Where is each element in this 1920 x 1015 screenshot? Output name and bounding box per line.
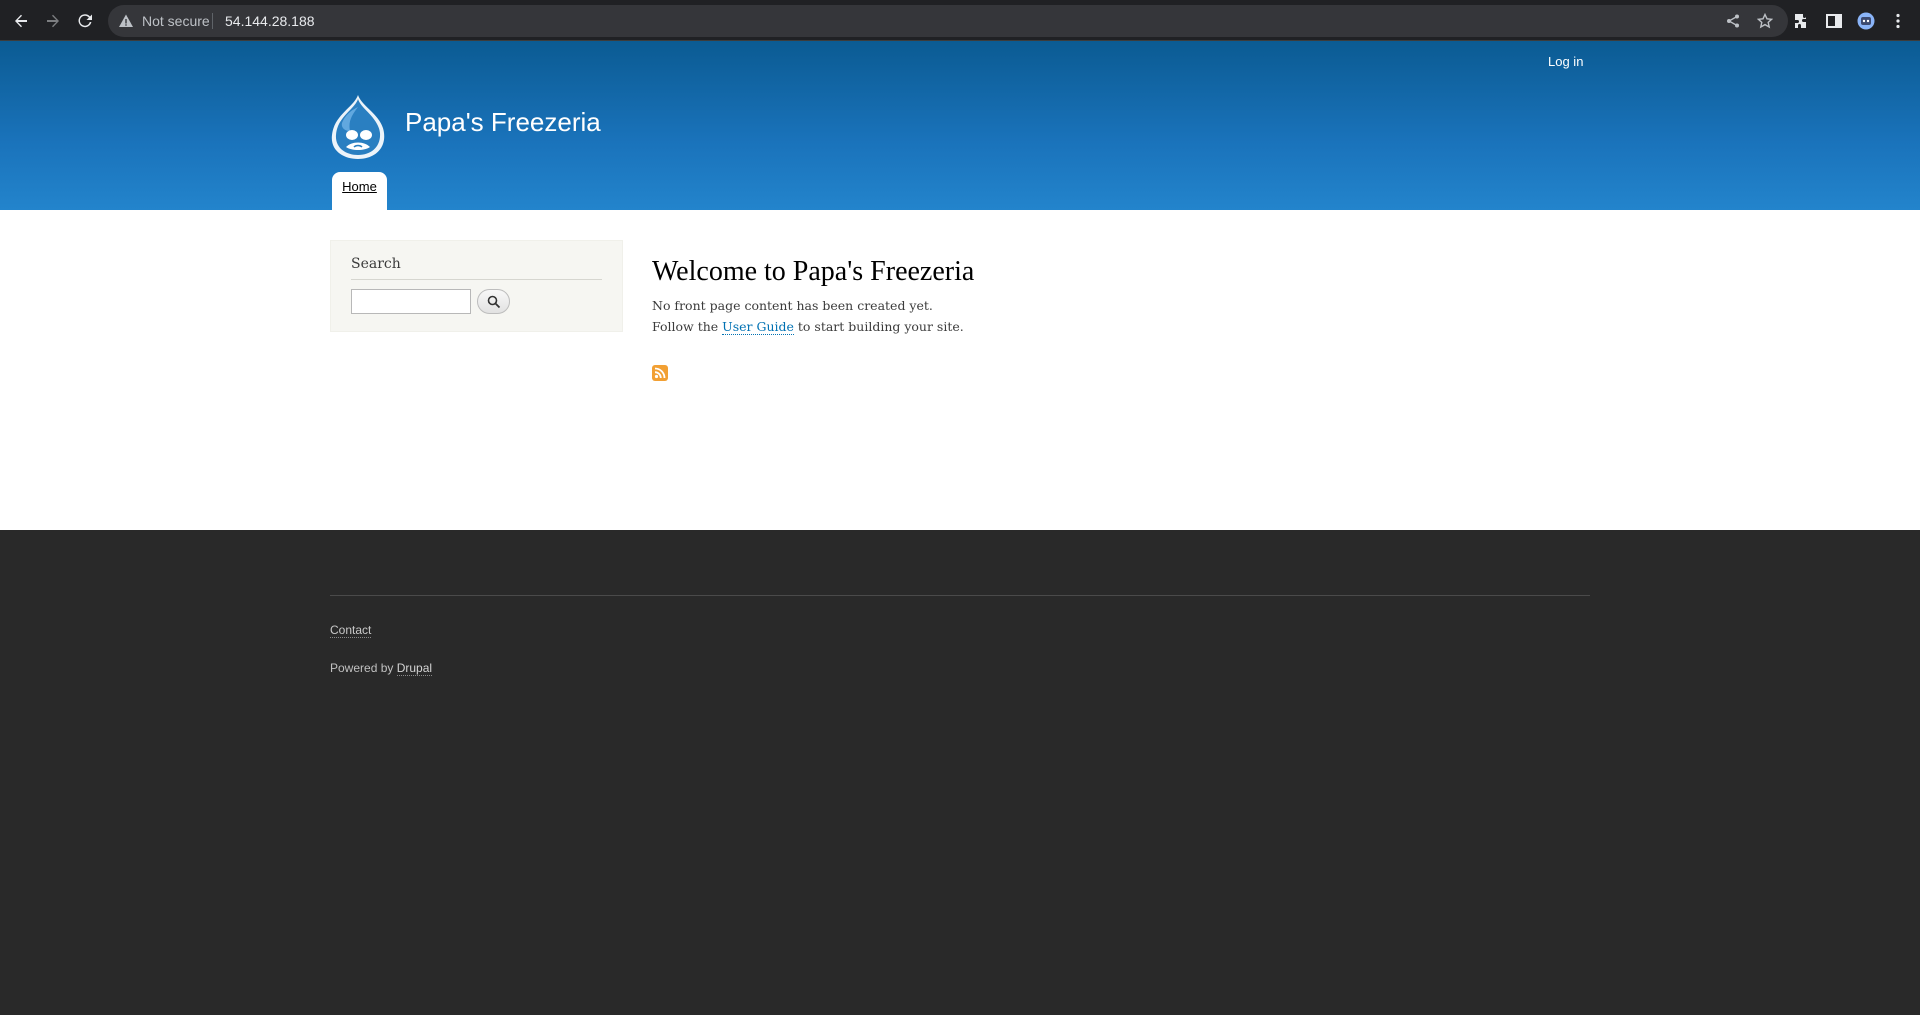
search-input[interactable] [351, 289, 471, 314]
bookmark-star-icon[interactable] [1757, 13, 1773, 29]
content-area: Welcome to Papa's Freezeria No front pag… [652, 255, 1552, 381]
main-region: Search Welcome to Papa's Freezeria No fr… [0, 210, 1920, 530]
drupal-logo-icon[interactable] [328, 93, 388, 161]
site-name[interactable]: Papa's Freezeria [405, 107, 601, 138]
powered-by-prefix: Powered by [330, 661, 394, 675]
side-panel-icon[interactable] [1825, 12, 1843, 30]
extensions-icon[interactable] [1793, 12, 1811, 30]
omnibox-divider [212, 13, 213, 29]
contact-link[interactable]: Contact [330, 623, 372, 638]
profile-avatar-icon[interactable] [1857, 12, 1875, 30]
rss-feed-icon[interactable] [652, 365, 668, 381]
page-title: Welcome to Papa's Freezeria [652, 256, 975, 287]
kebab-menu-icon[interactable] [1889, 12, 1907, 30]
user-guide-message: Follow the User Guide to start building … [652, 316, 1552, 337]
powered-by-text: Powered by Drupal [330, 661, 433, 676]
footer-divider [330, 595, 1590, 596]
user-guide-link[interactable]: User Guide [722, 319, 794, 335]
url-text[interactable]: 54.144.28.188 [225, 13, 315, 29]
share-icon[interactable] [1725, 13, 1741, 29]
login-link[interactable]: Log in [1548, 54, 1583, 69]
search-block-title: Search [351, 256, 401, 272]
drupal-link[interactable]: Drupal [396, 661, 433, 676]
browser-toolbar: Not secure 54.144.28.188 [0, 0, 1920, 41]
forward-button[interactable] [41, 9, 65, 33]
warning-icon[interactable] [118, 13, 134, 29]
arrow-left-icon [15, 14, 27, 28]
user-guide-prefix: Follow the [652, 319, 719, 334]
nav-tab-home[interactable]: Home [332, 172, 387, 210]
no-content-message: No front page content has been created y… [652, 298, 933, 313]
block-divider [351, 279, 602, 280]
address-bar[interactable]: Not secure 54.144.28.188 [108, 5, 1788, 37]
arrow-right-icon [47, 14, 59, 28]
site-footer: Contact Powered by Drupal [0, 530, 1920, 1015]
reload-icon [78, 14, 92, 28]
security-label[interactable]: Not secure [142, 13, 210, 29]
back-button[interactable] [9, 9, 33, 33]
search-button[interactable] [477, 289, 510, 314]
site-header: Log in Papa's Freezeria Home [0, 41, 1920, 210]
reload-button[interactable] [73, 9, 97, 33]
search-icon [487, 295, 500, 308]
search-block: Search [330, 240, 623, 332]
user-guide-suffix: to start building your site. [797, 319, 964, 334]
